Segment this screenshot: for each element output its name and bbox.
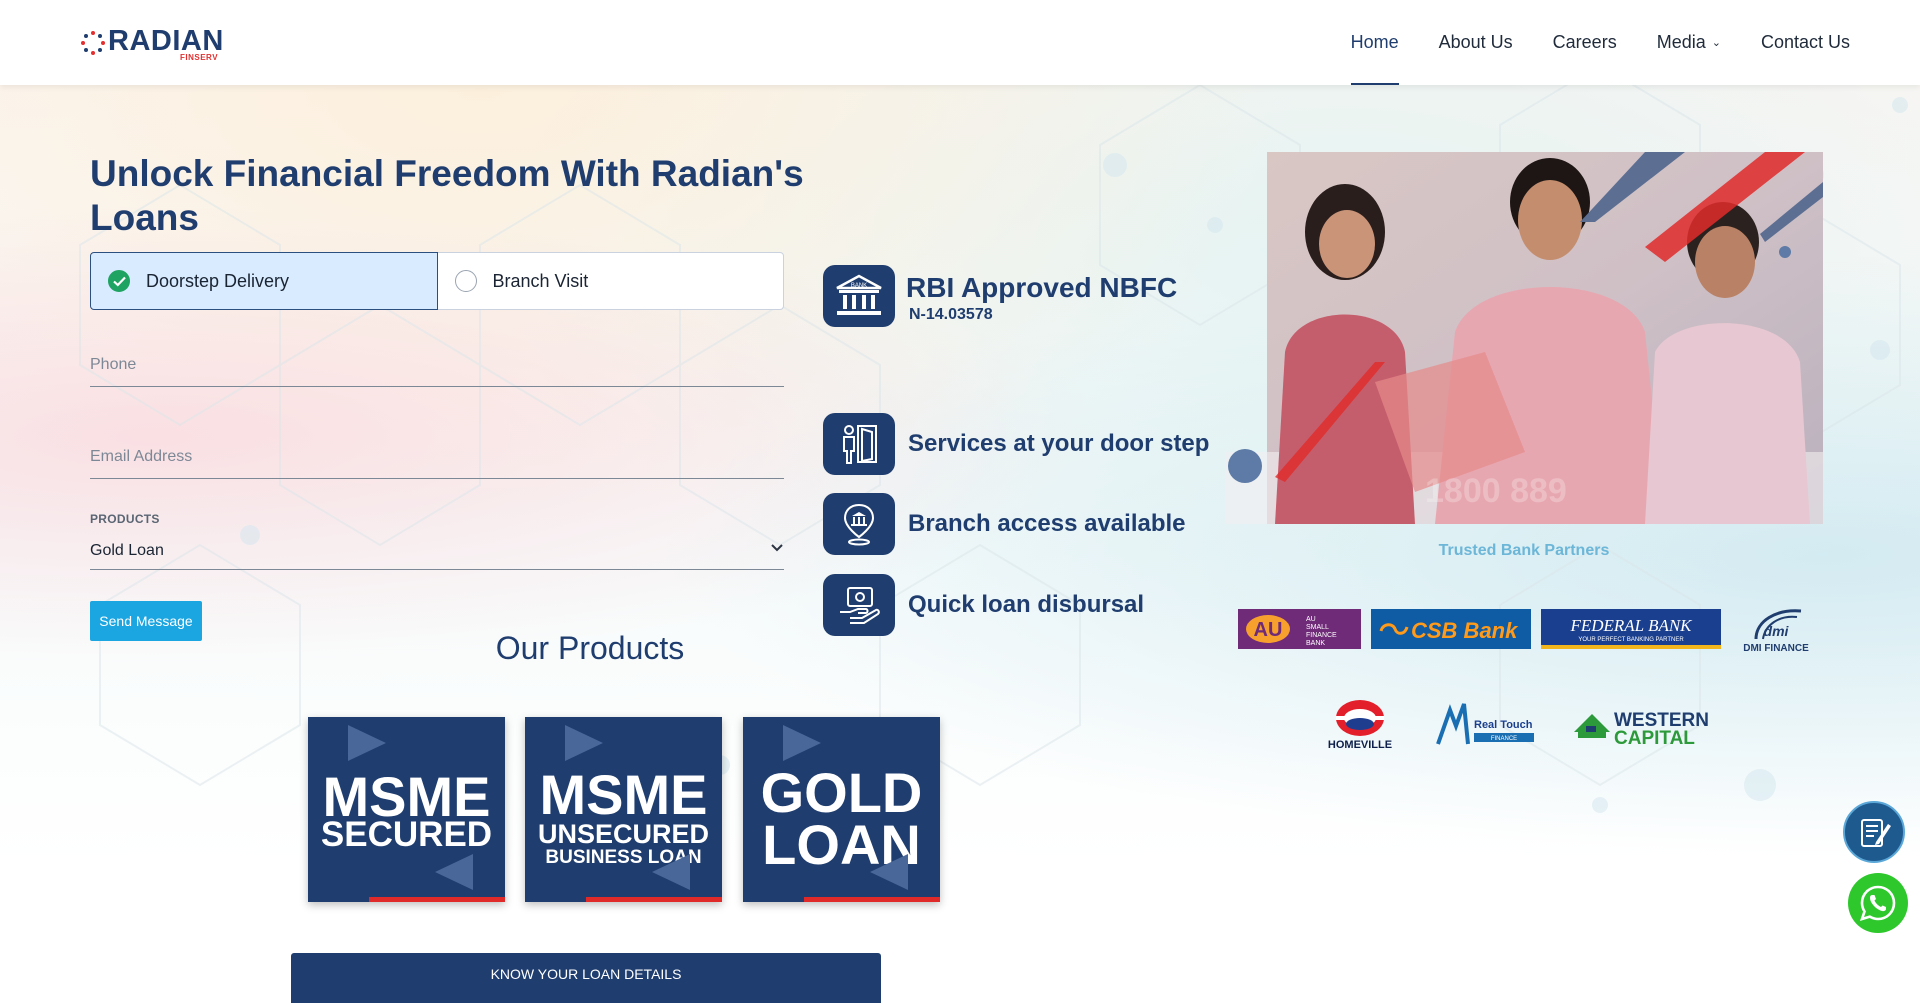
feature-branch-text: Branch access available (908, 510, 1186, 537)
au-sub-2: SMALL (1306, 624, 1329, 631)
hero-title: Unlock Financial Freedom With Radian's L… (90, 153, 804, 238)
photo-accent-dot (1228, 449, 1262, 483)
play-triangle-icon (783, 725, 821, 761)
feature-disbursal-text: Quick loan disbursal (908, 591, 1145, 618)
au-sub-1: AU (1306, 616, 1316, 623)
visit-type-radio-group: Doorstep Delivery Branch Visit (90, 252, 784, 310)
hero-photo-team: 1800 889 (1225, 152, 1823, 524)
card-accent-bar (804, 897, 940, 902)
real-touch-sub: FINANCE (1491, 736, 1517, 742)
product-gold-loan-line2: LOAN (762, 813, 921, 876)
product-msme-secured-line2: SECURED (320, 815, 493, 854)
federal-logo-text: FEDERAL BANK (1569, 616, 1693, 635)
people-working-illustration: 1800 889 (1225, 152, 1823, 524)
play-triangle-icon (348, 725, 386, 761)
branch-visit-option[interactable]: Branch Visit (437, 252, 784, 310)
card-accent-bar (369, 897, 505, 902)
svg-text:dmi: dmi (1764, 623, 1790, 639)
product-select-wrapper: Gold Loan (90, 535, 784, 570)
check-circle-icon (108, 270, 130, 292)
nav-contact-label: Contact Us (1760, 32, 1850, 52)
feature-doorstep-text: Services at your door step (908, 430, 1210, 457)
chevron-down-icon: ⌄ (1711, 37, 1721, 49)
dmi-finance-logo: dmi DMI FINANCE (1731, 601, 1821, 657)
nav-home-label: Home (1350, 32, 1399, 52)
trusted-partners-title: Trusted Bank Partners (1438, 542, 1610, 559)
product-card-msme-unsecured[interactable]: MSME UNSECURED BUSINESS LOAN (525, 717, 722, 902)
homeville-logo-text: HOMEVILLE (1328, 739, 1392, 751)
doorstep-delivery-label: Doorstep Delivery (146, 270, 290, 291)
main-nav: Home About Us Careers Media ⌄ Contact Us (1350, 0, 1850, 85)
nav-home[interactable]: Home (1350, 0, 1399, 85)
radio-empty-icon (454, 270, 477, 292)
our-products-title: Our Products (495, 630, 685, 666)
nav-about-us[interactable]: About Us (1439, 0, 1513, 85)
svg-text:1800 889: 1800 889 (1425, 472, 1567, 510)
au-sub-4: BANK (1306, 640, 1325, 647)
play-triangle-icon (652, 854, 690, 890)
capital-logo-text: CAPITAL (1614, 728, 1695, 749)
csb-bank-logo: CSB Bank (1371, 609, 1531, 649)
whatsapp-icon (1859, 885, 1896, 921)
nav-contact-us[interactable]: Contact Us (1761, 0, 1850, 85)
nav-media-label: Media (1656, 32, 1706, 52)
logo-wordmark: RADIAN (108, 25, 224, 57)
logo-dots-icon (81, 31, 105, 55)
product-msme-unsecured-line1: MSME (539, 763, 708, 826)
rbi-approved-title: RBI Approved NBFC (906, 272, 1178, 303)
bank-building-icon: BANK (823, 265, 895, 327)
door-person-icon (823, 413, 895, 475)
location-bank-icon (823, 493, 895, 555)
product-card-msme-secured[interactable]: MSME SECURED (308, 717, 505, 902)
nav-careers-label: Careers (1552, 32, 1617, 52)
enquiry-form-button[interactable] (1843, 801, 1905, 863)
know-loan-details-button[interactable]: KNOW YOUR LOAN DETAILS (291, 953, 881, 1003)
product-msme-unsecured-line3: BUSINESS LOAN (545, 847, 702, 868)
dmi-logo-text: DMI FINANCE (1743, 643, 1809, 654)
play-triangle-icon (565, 725, 603, 761)
branch-visit-label: Branch Visit (492, 270, 589, 291)
csb-logo-text: CSB Bank (1411, 618, 1519, 643)
real-touch-text: Real Touch (1474, 719, 1533, 731)
western-capital-logo: WESTERN CAPITAL (1570, 696, 1730, 752)
product-card-gold-loan[interactable]: GOLD LOAN (743, 717, 940, 902)
doorstep-delivery-option[interactable]: Doorstep Delivery (90, 252, 438, 310)
federal-logo-tagline: YOUR PERFECT BANKING PARTNER (1578, 637, 1684, 643)
bank-icon-label: BANK (851, 283, 867, 289)
phone-field-wrapper (90, 350, 784, 387)
site-header: RADIAN FINSERV Home About Us Careers Med… (0, 0, 1920, 85)
partner-logos-row-1: AU AU SMALL FINANCE BANK CSB Bank FEDERA… (1238, 601, 1831, 657)
rbi-registration-number: N-14.03578 (909, 306, 993, 323)
partner-logos-row-2: HOMEVILLE Real Touch FINANCE WESTERN CAP… (1310, 696, 1740, 752)
au-logo-text: AU (1254, 619, 1283, 641)
hand-money-icon (823, 574, 895, 636)
nav-media[interactable]: Media ⌄ (1657, 0, 1721, 85)
form-edit-icon (1861, 819, 1891, 847)
play-triangle-icon (870, 854, 908, 890)
homeville-logo: HOMEVILLE (1310, 696, 1410, 752)
phone-input[interactable] (90, 350, 784, 380)
logo-subtext: FINSERV (180, 53, 219, 62)
product-msme-unsecured-line2: UNSECURED (537, 819, 710, 849)
whatsapp-button[interactable] (1848, 873, 1908, 933)
au-bank-logo: AU AU SMALL FINANCE BANK (1238, 609, 1361, 649)
email-input[interactable] (90, 442, 784, 472)
products-label: PRODUCTS (90, 512, 160, 526)
send-message-button[interactable]: Send Message (90, 601, 202, 641)
real-touch-finance-logo: Real Touch FINANCE (1430, 696, 1550, 752)
nav-careers[interactable]: Careers (1553, 0, 1617, 85)
play-triangle-icon (435, 854, 473, 890)
au-sub-3: FINANCE (1306, 632, 1337, 639)
nav-about-label: About Us (1438, 32, 1513, 52)
federal-bank-logo: FEDERAL BANK YOUR PERFECT BANKING PARTNE… (1541, 609, 1721, 649)
product-select[interactable]: Gold Loan (90, 535, 784, 565)
card-accent-bar (586, 897, 722, 902)
email-field-wrapper (90, 442, 784, 479)
